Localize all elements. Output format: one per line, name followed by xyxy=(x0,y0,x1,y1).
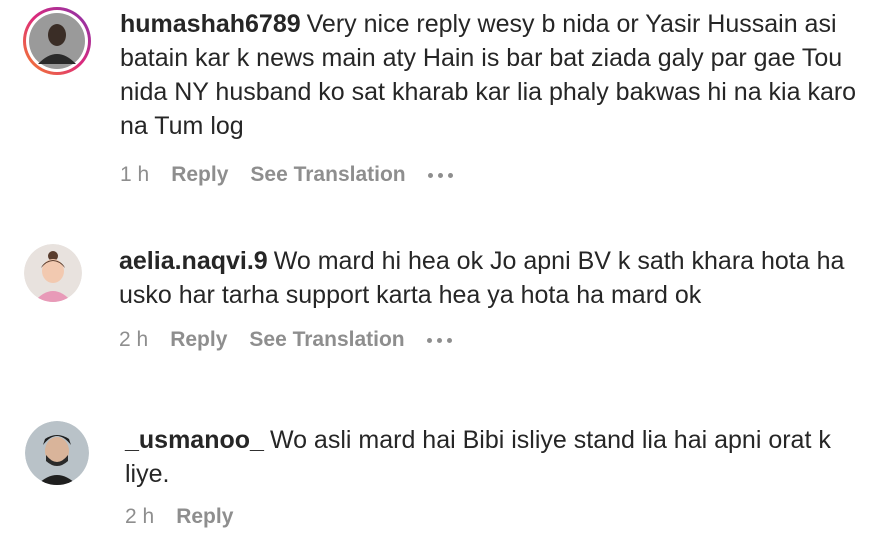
comment-timestamp: 2 h xyxy=(119,328,149,351)
comment-timestamp: 1 h xyxy=(120,163,150,186)
avatar[interactable] xyxy=(22,6,92,76)
see-translation-button[interactable]: See Translation xyxy=(250,163,405,187)
avatar[interactable] xyxy=(25,421,89,485)
avatar[interactable] xyxy=(24,244,82,302)
reply-button[interactable]: Reply xyxy=(171,163,228,187)
see-translation-button[interactable]: See Translation xyxy=(249,328,404,352)
comment-meta: 2 h Reply See Translation xyxy=(119,328,452,352)
comment-username[interactable]: humashah6789 xyxy=(120,10,301,38)
more-options-icon[interactable] xyxy=(427,172,453,178)
reply-button[interactable]: Reply xyxy=(176,505,233,529)
comment-meta: 1 h Reply See Translation xyxy=(120,163,453,187)
comment-username[interactable]: aelia.naqvi.9 xyxy=(119,247,268,275)
comment-username[interactable]: _usmanoo_ xyxy=(125,426,264,454)
comment-timestamp: 2 h xyxy=(125,505,155,528)
comment-text: humashah6789 Very nice reply wesy b nida … xyxy=(120,7,865,143)
comment-meta: 2 h Reply xyxy=(125,505,233,529)
comment-text: _usmanoo_ Wo asli mard hai Bibi isliye st… xyxy=(125,423,870,491)
reply-button[interactable]: Reply xyxy=(170,328,227,352)
more-options-icon[interactable] xyxy=(426,337,452,343)
comment-text: aelia.naqvi.9 Wo mard hi hea ok Jo apni B… xyxy=(119,244,874,312)
